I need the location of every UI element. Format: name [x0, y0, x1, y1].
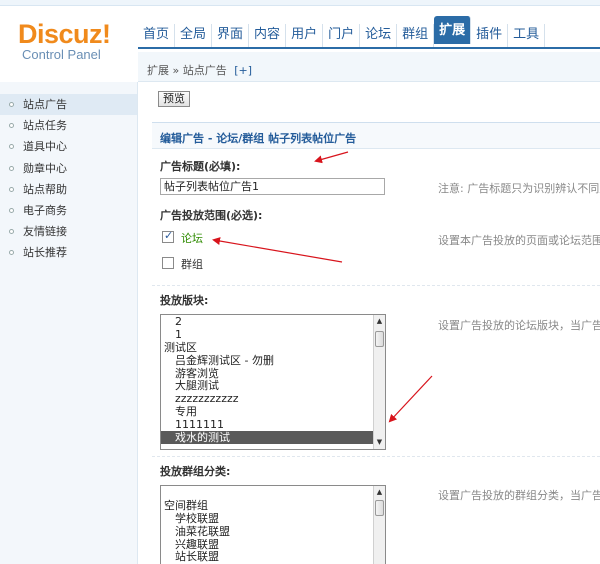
- arrow-to-title: [314, 151, 349, 164]
- arrow-to-forum-list: [388, 375, 433, 423]
- annotation-arrows: [212, 151, 433, 423]
- arrow-to-forum-checkbox: [212, 237, 343, 263]
